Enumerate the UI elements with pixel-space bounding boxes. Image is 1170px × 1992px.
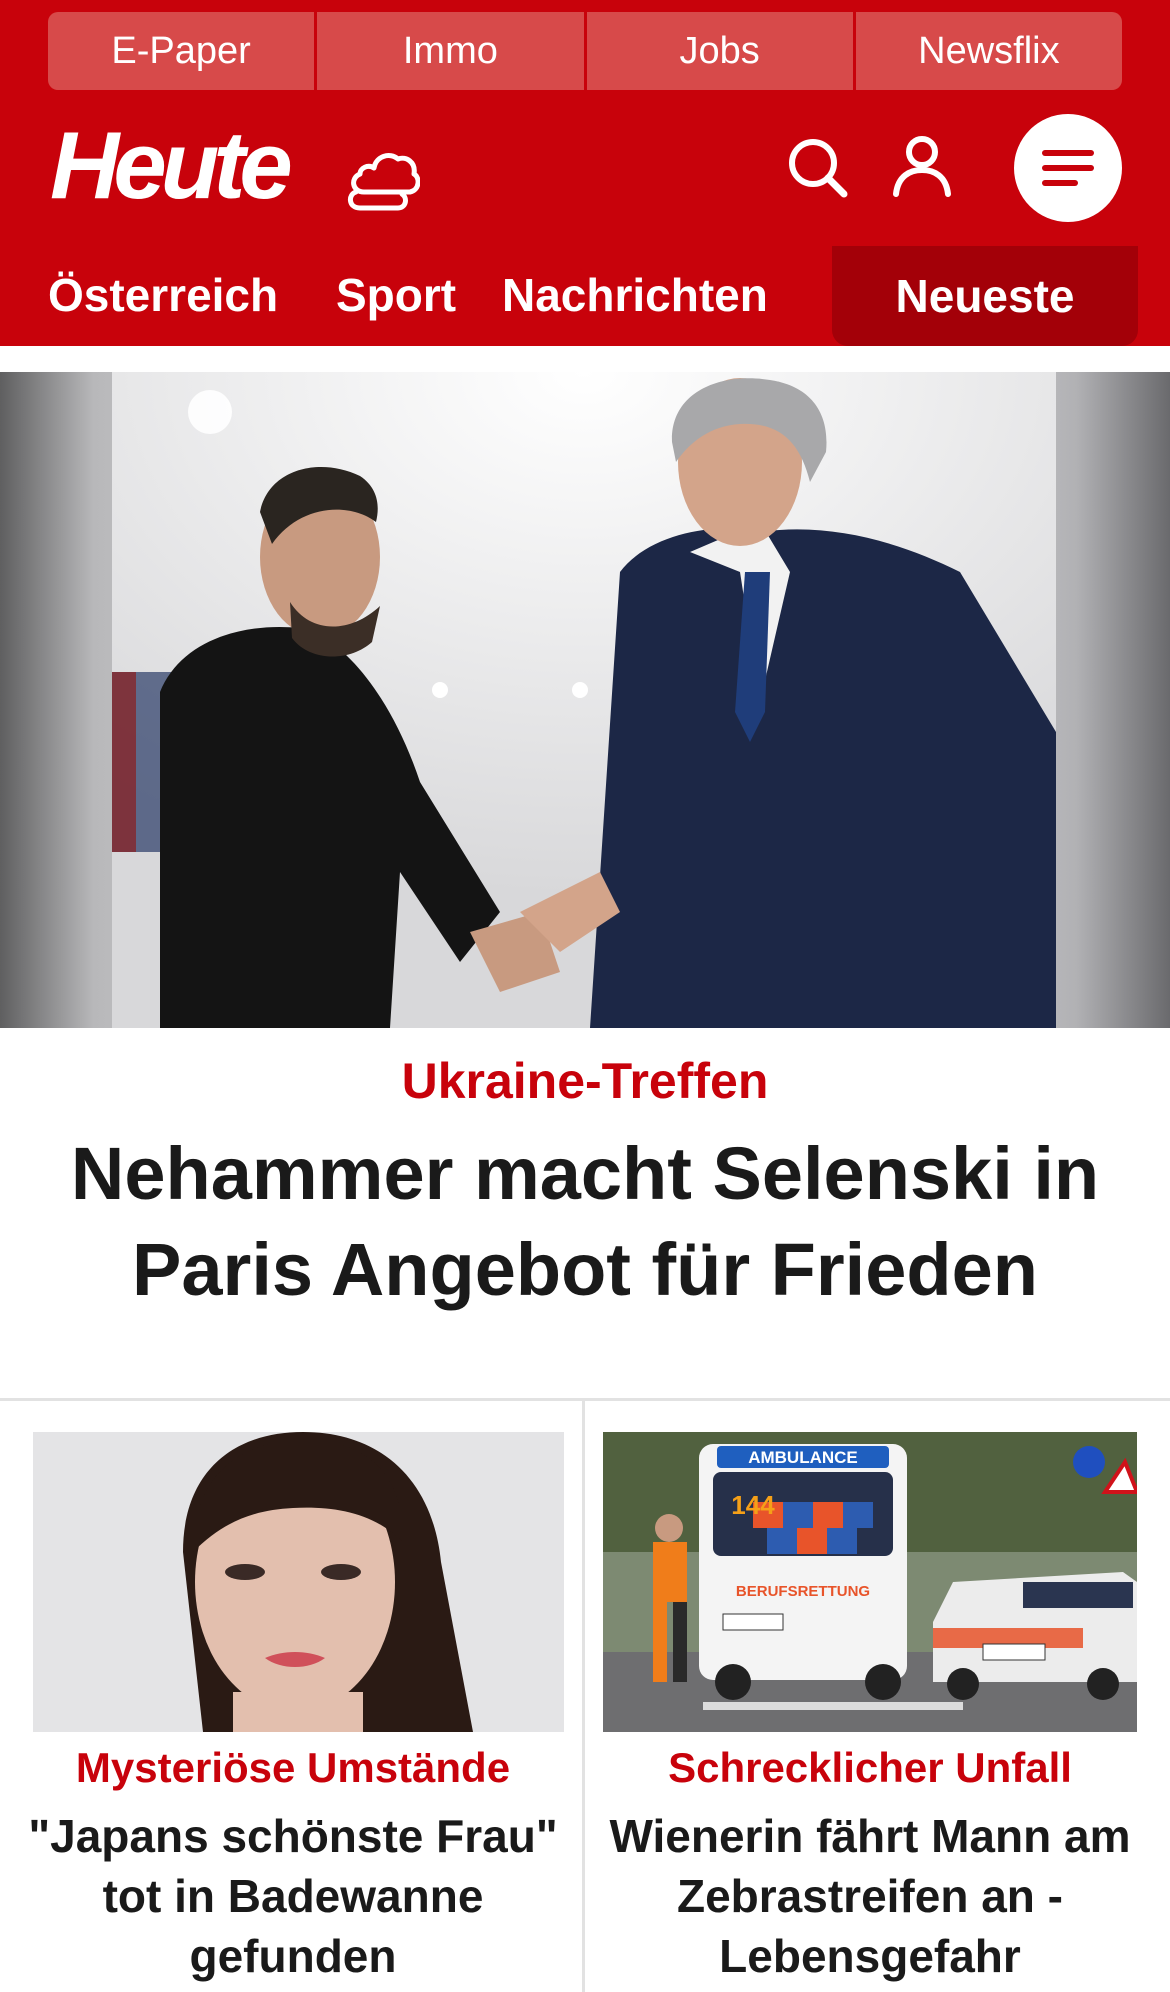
service-link-newsflix[interactable]: Newsflix <box>855 12 1122 90</box>
hero-kicker[interactable]: Ukraine-Treffen <box>0 1052 1170 1110</box>
article-card-kicker[interactable]: Mysteriöse Umstände <box>10 1744 576 1792</box>
hero-headline[interactable]: Nehammer macht Selenski in Paris Angebot… <box>60 1126 1110 1318</box>
nav-item-neueste[interactable]: Neueste <box>832 246 1138 346</box>
nav-item-sport[interactable]: Sport <box>336 268 456 323</box>
ambulance-side-text: BERUFSRETTUNG <box>736 1583 870 1600</box>
nav-item-oesterreich[interactable]: Österreich <box>48 268 278 323</box>
service-link-jobs[interactable]: Jobs <box>586 12 856 90</box>
section-divider <box>0 1398 1170 1401</box>
ambulance-number-text: 144 <box>731 1490 775 1520</box>
site-logo[interactable]: Heute <box>50 118 293 214</box>
user-icon[interactable] <box>890 134 954 198</box>
portrait-photo <box>33 1432 564 1732</box>
site-header: E-Paper Immo Jobs Newsflix Heute <box>0 0 1170 246</box>
hamburger-menu-button[interactable] <box>1014 114 1122 222</box>
article-card-headline[interactable]: "Japans schönste Frau" tot in Badewanne … <box>10 1806 576 1986</box>
service-link-epaper[interactable]: E-Paper <box>48 12 318 90</box>
service-links-bar: E-Paper Immo Jobs Newsflix <box>48 12 1122 90</box>
article-card-headline[interactable]: Wienerin fährt Mann am Zebrastreifen an … <box>608 1806 1132 1986</box>
ambulance-photo: AMBULANCE 144 BERUFSRETTUNG <box>603 1432 1137 1732</box>
service-link-immo[interactable]: Immo <box>317 12 587 90</box>
cloud-weather-icon[interactable] <box>344 146 420 214</box>
column-divider <box>582 1400 585 1992</box>
article-card-image[interactable] <box>33 1432 564 1732</box>
hero-photo-handshake <box>112 372 1056 1028</box>
ambulance-sign-text: AMBULANCE <box>748 1448 858 1467</box>
hero-image[interactable] <box>0 372 1170 1028</box>
main-navigation: Österreich Sport Nachrichten Neueste <box>0 246 1170 346</box>
article-card-image[interactable]: AMBULANCE 144 BERUFSRETTUNG <box>603 1432 1137 1732</box>
article-card-kicker[interactable]: Schrecklicher Unfall <box>596 1744 1144 1792</box>
nav-item-nachrichten[interactable]: Nachrichten <box>502 268 768 323</box>
search-icon[interactable] <box>786 136 850 200</box>
hamburger-menu-icon <box>1014 114 1122 222</box>
